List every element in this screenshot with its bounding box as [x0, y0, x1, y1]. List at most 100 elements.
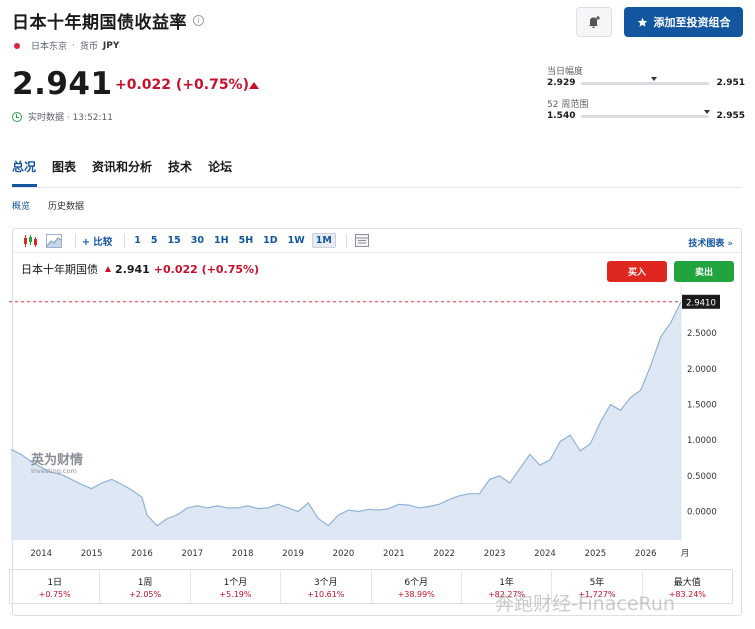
interval-15[interactable]: 15 [165, 234, 184, 247]
y-tick-label: 0.0000 [687, 507, 717, 517]
currency-label: 货币 [79, 42, 98, 52]
candlestick-icon[interactable] [21, 233, 39, 249]
currency-code: JPY [102, 40, 120, 51]
up-arrow-icon [105, 266, 111, 272]
x-tick-label: 2022 [433, 549, 455, 559]
sell-button[interactable]: 卖出 [674, 261, 734, 282]
performance-period: 1个月 [223, 577, 248, 588]
double-chevron-icon: » [727, 239, 733, 249]
performance-cell[interactable]: 1个月 +5.19% [191, 570, 282, 603]
interval-1m[interactable]: 1M [311, 233, 336, 248]
week52-range: 52 周范围 1.540 2.955 [547, 97, 745, 121]
last-price-label: 2.9410 [686, 298, 716, 308]
subtab-historical-data[interactable]: 历史数据 [48, 199, 84, 212]
performance-cell[interactable]: 1周 +2.05% [100, 570, 191, 603]
x-tick-label: 2020 [333, 549, 355, 559]
x-tick-label: 2016 [131, 549, 153, 559]
performance-value: +5.19% [219, 589, 252, 599]
performance-period: 5年 [589, 577, 605, 588]
performance-cell[interactable]: 6个月 +38.99% [372, 570, 462, 603]
exchange-name: 日本东京 [31, 42, 68, 52]
tab-news-analysis[interactable]: 资讯和分析 [92, 158, 168, 188]
day-range-high: 2.951 [716, 78, 745, 88]
sub-tabs: 概览 历史数据 [12, 199, 84, 212]
table-icon[interactable] [353, 233, 371, 249]
week52-range-marker [704, 109, 711, 114]
y-tick-label: 1.0000 [687, 436, 717, 446]
chart-instrument-name: 日本十年期国债 [21, 263, 98, 276]
japan-flag-icon [14, 42, 20, 49]
investing-logo-en: Investing.com [31, 467, 77, 475]
info-icon[interactable]: i [193, 15, 204, 26]
alert-bell-button[interactable] [576, 7, 612, 37]
interval-5[interactable]: 5 [148, 234, 161, 247]
performance-value: +2.05% [129, 589, 162, 599]
interval-1w[interactable]: 1W [285, 234, 308, 247]
technical-chart-link[interactable]: 技术图表 » [688, 236, 733, 249]
watermark-text: 奔跑财经-FinaceRun [495, 593, 675, 615]
area-chart-icon[interactable] [45, 233, 63, 249]
performance-cell[interactable]: 1日 +0.75% [10, 570, 101, 603]
clock-icon [12, 111, 22, 122]
x-tick-label: 2021 [383, 549, 405, 559]
x-tick-label: 2023 [484, 549, 506, 559]
yield-area-chart[interactable]: 2.9410 2.5000 2.0000 1.5000 1.0000 0.5000 0.00… [9, 284, 735, 562]
chart-toolbar: + 比较 1 5 15 30 1H 5H 1D 1W 1M 技术图表 » [13, 229, 741, 253]
yield-area [11, 301, 681, 540]
performance-period: 最大值 [673, 577, 701, 588]
add-to-portfolio-button[interactable]: 添加至投资组合 [624, 7, 743, 37]
add-to-portfolio-label: 添加至投资组合 [653, 16, 731, 29]
subtab-overview[interactable]: 概览 [12, 199, 30, 212]
tabs-divider [12, 187, 742, 188]
x-tick-label: 2014 [30, 549, 52, 559]
day-range-bar [581, 76, 709, 85]
performance-cell[interactable]: 3个月 +10.61% [281, 570, 372, 603]
compare-label: 比较 [93, 236, 113, 248]
x-tick-label: 2025 [585, 549, 607, 559]
market-info: 日本东京 · 货币 JPY [14, 39, 119, 52]
price-change: +0.022 (+0.75%) [115, 77, 249, 93]
performance-period: 6个月 [404, 577, 429, 588]
interval-5h[interactable]: 5H [236, 234, 257, 247]
tab-forum[interactable]: 论坛 [208, 158, 248, 188]
interval-1[interactable]: 1 [131, 234, 144, 247]
interval-1d[interactable]: 1D [260, 234, 281, 247]
page-title: 日本十年期国债收益率 [12, 13, 187, 33]
day-range-marker [651, 76, 658, 81]
y-tick-label: 1.5000 [687, 401, 717, 411]
chart-price: 2.941 [115, 262, 150, 276]
x-tick-label: 2018 [232, 549, 254, 559]
week52-range-bar [581, 109, 711, 118]
interval-1h[interactable]: 1H [211, 234, 232, 247]
interval-30[interactable]: 30 [188, 234, 207, 247]
technical-chart-label: 技术图表 [688, 239, 725, 249]
day-range-label: 当日幅度 [547, 67, 584, 77]
realtime-status: 实时数据 · 13:52:11 [12, 110, 113, 123]
x-tick-label: 月 [681, 549, 690, 559]
toolbar-separator [75, 233, 76, 248]
toolbar-separator [345, 233, 347, 248]
week52-range-label: 52 周范围 [547, 100, 589, 110]
x-tick-label: 2024 [534, 549, 556, 559]
tab-technical[interactable]: 技术 [168, 158, 208, 188]
x-tick-label: 2017 [182, 549, 204, 559]
x-tick-label: 2026 [635, 549, 657, 559]
star-icon [637, 17, 647, 27]
separator: · [72, 40, 75, 51]
up-arrow-icon [249, 82, 259, 89]
tab-chart[interactable]: 图表 [52, 158, 92, 188]
week52-range-high: 2.955 [716, 111, 745, 121]
last-price: 2.941 [12, 66, 113, 102]
x-tick-label: 2015 [81, 549, 103, 559]
main-tabs: 总况 图表 资讯和分析 技术 论坛 [12, 158, 248, 188]
compare-button[interactable]: + 比较 [82, 234, 112, 248]
buy-button[interactable]: 买入 [607, 261, 667, 282]
realtime-label: 实时数据 · 13:52:11 [28, 113, 114, 123]
y-tick-label: 2.5000 [687, 329, 717, 339]
title-row: 日本十年期国债收益率 i [12, 8, 204, 33]
y-tick-label: 2.0000 [687, 365, 717, 375]
day-range: 当日幅度 2.929 2.951 [547, 64, 745, 88]
bell-plus-icon [589, 16, 600, 28]
toolbar-separator [124, 233, 126, 248]
performance-period: 1周 [137, 577, 153, 588]
